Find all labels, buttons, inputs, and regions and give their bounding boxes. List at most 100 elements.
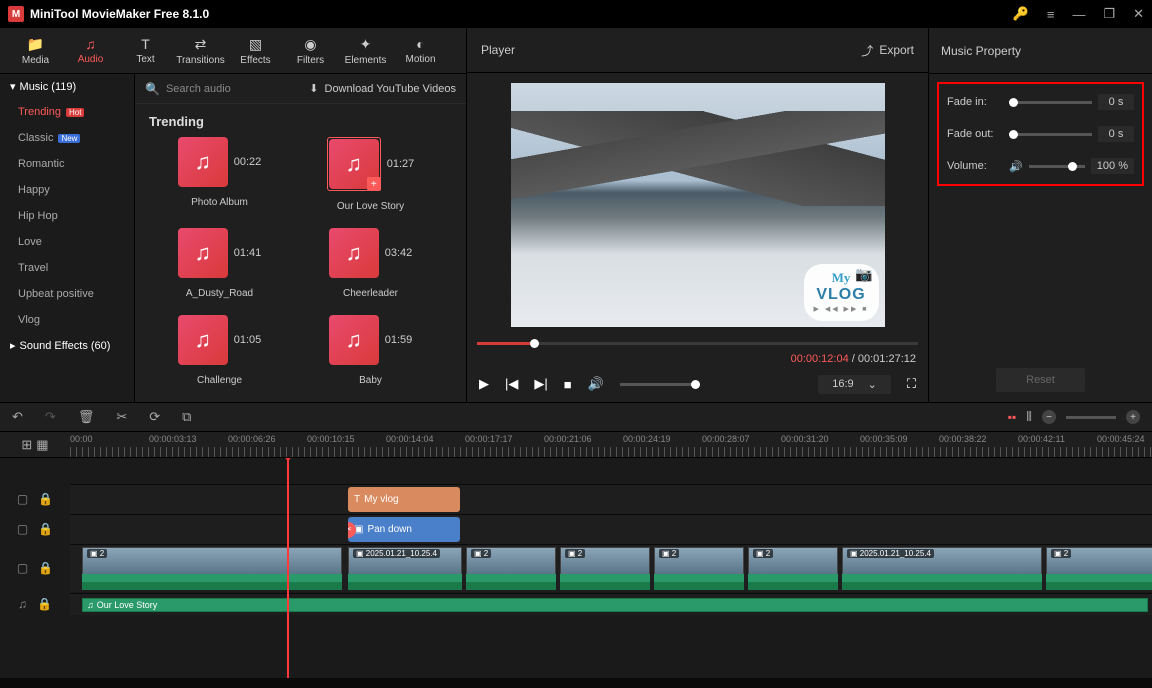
zoom-out-button[interactable]: − [1042, 410, 1056, 424]
minimize-icon[interactable]: — [1072, 7, 1085, 22]
maximize-icon[interactable]: ❐ [1103, 6, 1115, 22]
fade-in-slider[interactable] [1009, 101, 1092, 104]
music-category-header[interactable]: ▾Music (119) [0, 74, 134, 99]
text-track[interactable]: TMy vlog [70, 484, 1152, 514]
undo-button[interactable]: ↶ [12, 409, 23, 425]
track-options-button[interactable]: ▦ [36, 437, 48, 453]
snap-icon[interactable]: ▪▪ [1008, 410, 1017, 424]
text-icon: T [141, 36, 150, 52]
delete-button[interactable]: 🗑 [78, 409, 95, 425]
tab-audio[interactable]: ♫Audio [63, 32, 118, 69]
next-button[interactable]: ▶| [534, 376, 547, 392]
video-clip[interactable]: ▣ 2025.01.21_10.25.4 [348, 547, 462, 575]
category-hip-hop[interactable]: Hip Hop [0, 203, 134, 229]
video-track[interactable]: ▣ 2▣ 2025.01.21_10.25.4▣ 2▣ 2▣ 2▣ 2▣ 202… [70, 544, 1152, 592]
volume-icon[interactable]: 🔊 [588, 376, 604, 392]
volume-prop-slider[interactable] [1029, 165, 1085, 168]
audio-clip[interactable]: ♫Our Love Story [82, 598, 1148, 612]
video-clip[interactable]: ▣ 2 [748, 547, 838, 575]
timeline-ruler[interactable]: 00:0000:00:03:1300:00:06:2600:00:10:1500… [70, 432, 1152, 457]
lock-icon[interactable]: 🔒 [38, 522, 53, 536]
video-clip[interactable]: ▣ 2 [560, 547, 650, 575]
tab-transitions[interactable]: ⇄Transitions [173, 32, 228, 69]
audio-clip-baby[interactable]: ♫01:59Baby [298, 315, 443, 396]
category-trending[interactable]: TrendingHot [0, 99, 134, 125]
lock-icon[interactable]: 🔒 [38, 561, 53, 575]
category-romantic[interactable]: Romantic [0, 151, 134, 177]
tab-text[interactable]: TText [118, 32, 173, 69]
audio-clip-photo-album[interactable]: ♫00:22Photo Album [147, 137, 292, 222]
redo-button[interactable]: ↷ [45, 409, 56, 425]
video-clip[interactable]: ▣ 2 [1046, 547, 1152, 575]
scrubber[interactable] [467, 337, 928, 351]
motion-clip[interactable]: ✂ ▣Pan down [348, 517, 460, 542]
menu-icon[interactable]: ≡ [1047, 7, 1055, 22]
video-clip[interactable]: ▣ 2 [82, 547, 342, 575]
speed-button[interactable]: ⟳ [149, 409, 160, 425]
fade-out-slider[interactable] [1009, 133, 1092, 136]
audio-icon: ♫ [85, 36, 96, 52]
text-clip[interactable]: TMy vlog [348, 487, 460, 512]
video-clip[interactable]: ▣ 2 [466, 547, 556, 575]
category-classic[interactable]: ClassicNew [0, 125, 134, 151]
ruler-mark: 00:00:24:19 [623, 434, 671, 444]
volume-value[interactable]: 100 % [1091, 158, 1134, 174]
zoom-in-button[interactable]: + [1126, 410, 1140, 424]
download-icon: ⬇ [309, 82, 318, 95]
app-title: MiniTool MovieMaker Free 8.1.0 [30, 7, 209, 21]
add-track-button[interactable]: ⊞ [21, 437, 32, 453]
export-button[interactable]: ⤴ Export [861, 42, 914, 59]
player-title: Player [481, 43, 515, 57]
category-travel[interactable]: Travel [0, 255, 134, 281]
prev-button[interactable]: |◀ [505, 376, 518, 392]
volume-slider[interactable] [620, 383, 700, 386]
audio-clip-a-dusty-road[interactable]: ♫01:41A_Dusty_Road [147, 228, 292, 309]
aspect-ratio-select[interactable]: 16:9⌄ [818, 375, 891, 394]
download-youtube-link[interactable]: ⬇ Download YouTube Videos [309, 82, 456, 95]
video-clip[interactable]: ▣ 2025.01.21_10.25.4 [842, 547, 1042, 575]
tab-elements[interactable]: ✦Elements [338, 32, 393, 69]
split-button[interactable]: ✂ [116, 409, 127, 425]
key-icon[interactable]: 🔑 [1013, 6, 1029, 22]
tab-filters[interactable]: ◉Filters [283, 32, 338, 69]
speaker-icon[interactable]: 🔊 [1009, 160, 1023, 173]
title-bar: M MiniTool MovieMaker Free 8.1.0 🔑 ≡ — ❐… [0, 0, 1152, 28]
lock-icon[interactable]: 🔒 [37, 597, 52, 611]
music-note-icon: ♫ [329, 228, 379, 278]
fullscreen-button[interactable]: ⛶ [907, 376, 916, 392]
motion-track-icon: ▢ [17, 522, 28, 536]
audio-clip-cheerleader[interactable]: ♫03:42Cheerleader [298, 228, 443, 309]
lock-icon[interactable]: 🔒 [38, 492, 53, 506]
reset-button[interactable]: Reset [996, 368, 1085, 392]
audio-toggle[interactable]: ⦀ [1026, 409, 1032, 425]
audio-track[interactable]: ♫Our Love Story [70, 593, 1152, 615]
tab-effects[interactable]: ▧Effects [228, 32, 283, 69]
category-love[interactable]: Love [0, 229, 134, 255]
playhead[interactable] [287, 458, 289, 678]
audio-clip-our-love-story[interactable]: ♫+01:27Our Love Story [298, 137, 443, 222]
timeline-scrollbar[interactable] [0, 678, 1152, 688]
add-icon[interactable]: + [367, 177, 381, 191]
clip-tag: ▣ 2 [753, 549, 773, 558]
clip-tag: ▣ 2025.01.21_10.25.4 [847, 549, 934, 558]
audio-clip-challenge[interactable]: ♫01:05Challenge [147, 315, 292, 396]
media-icon: 📁 [27, 36, 44, 53]
stop-button[interactable]: ■ [564, 377, 572, 392]
zoom-slider[interactable] [1066, 416, 1116, 419]
text-track-icon: ▢ [17, 492, 28, 506]
category-upbeat-positive[interactable]: Upbeat positive [0, 281, 134, 307]
fade-in-value[interactable]: 0 s [1098, 94, 1134, 110]
video-clip[interactable]: ▣ 2 [654, 547, 744, 575]
search-input[interactable]: 🔍 Search audio [145, 82, 231, 96]
crop-button[interactable]: ⧉ [182, 409, 191, 425]
fade-out-value[interactable]: 0 s [1098, 126, 1134, 142]
tab-motion[interactable]: ◐Motion [393, 32, 448, 69]
tab-media[interactable]: 📁Media [8, 32, 63, 69]
play-button[interactable]: ▶ [479, 376, 489, 392]
category-happy[interactable]: Happy [0, 177, 134, 203]
category-vlog[interactable]: Vlog [0, 307, 134, 333]
motion-track[interactable]: ✂ ▣Pan down [70, 514, 1152, 544]
close-icon[interactable]: ✕ [1133, 6, 1144, 22]
sound-effects-header[interactable]: ▸Sound Effects (60) [0, 333, 134, 358]
clip-tag: ▣ 2 [471, 549, 491, 558]
